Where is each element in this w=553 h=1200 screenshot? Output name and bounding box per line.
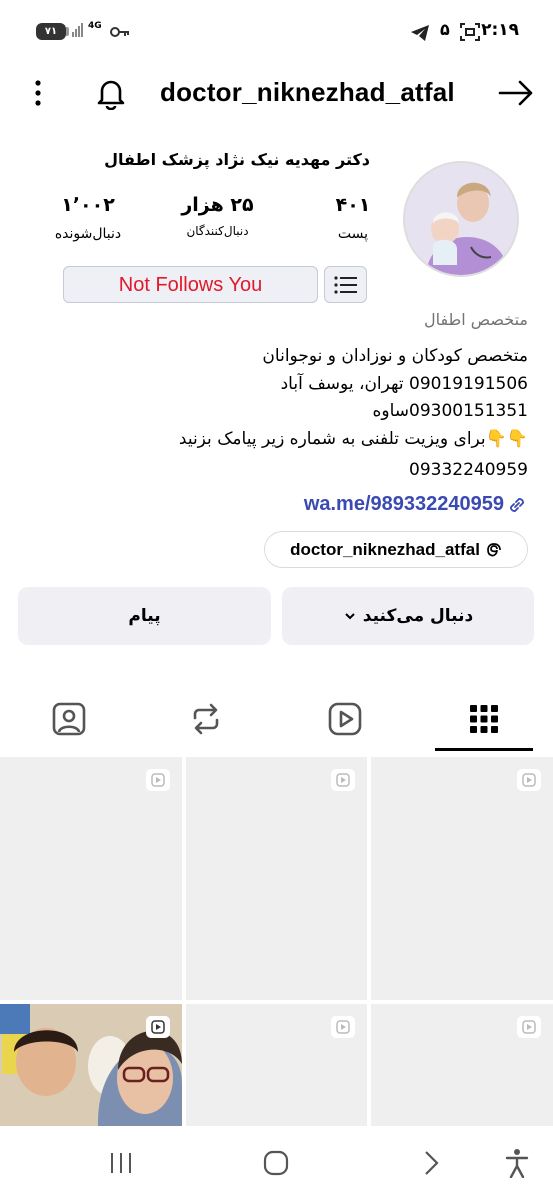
grid-item[interactable] [186, 1004, 367, 1126]
category-label: متخصص اطفال [423, 310, 528, 329]
profile-tabs [0, 685, 553, 755]
threads-icon [487, 542, 501, 556]
more-vertical-icon[interactable] [18, 74, 58, 112]
grid-item[interactable] [0, 757, 182, 1000]
list-menu-button[interactable] [324, 266, 367, 303]
message-button-label: پیام [128, 606, 161, 626]
followers-count: ۲۵ هزار [181, 194, 254, 216]
bio-line-2: 09019191506 تهران، یوسف آباد [280, 374, 528, 394]
posts-label: پست [337, 226, 369, 242]
tab-grid[interactable] [435, 685, 533, 753]
reel-icon [331, 1016, 355, 1038]
avatar[interactable] [403, 161, 519, 277]
username-title: doctor_niknezhad_atfal [160, 77, 455, 107]
grid-item[interactable] [186, 757, 367, 1000]
home-icon[interactable] [256, 1146, 296, 1180]
reel-icon [146, 769, 170, 791]
battery-icon: ۷۱ [36, 23, 66, 40]
stat-following[interactable]: ۱٬۰۰۲ دنبال‌شونده [38, 194, 138, 242]
bio-link-text: wa.me/989332240959 [303, 493, 504, 515]
grid-item[interactable] [371, 1004, 553, 1126]
bell-icon[interactable] [91, 74, 131, 112]
threads-profile-pill[interactable]: doctor_niknezhad_atfal [264, 531, 528, 568]
grid-item-photo[interactable] [0, 1004, 182, 1126]
tagged-icon [52, 702, 86, 736]
following-count: ۱٬۰۰۲ [61, 194, 115, 216]
reposts-icon [193, 703, 219, 735]
bio-line-4: 👇👇برای ویزیت تلفنی به شماره زیر پیامک بز… [178, 429, 528, 449]
followers-label: دنبال‌کنندگان [186, 224, 249, 238]
tab-reposts[interactable] [157, 685, 255, 753]
battery-tip [66, 27, 69, 36]
clock: ۲:۱۹ [481, 20, 519, 40]
telegram-icon [410, 24, 430, 46]
back-arrow-icon[interactable] [496, 74, 536, 112]
bio-line-3: 09300151351ساوه [372, 401, 528, 421]
back-icon[interactable] [411, 1146, 451, 1180]
chevron-down-icon [345, 613, 355, 620]
notification-count: ۵ [440, 20, 450, 39]
stat-followers[interactable]: ۲۵ هزار دنبال‌کنندگان [160, 194, 275, 238]
bio-line-5: 09332240959 [409, 460, 528, 480]
not-follows-badge: Not Follows You [63, 266, 318, 303]
accessibility-icon[interactable] [497, 1146, 537, 1180]
bio-line-1: متخصص کودکان و نوزادان و نوجوانان [262, 346, 528, 366]
following-label: دنبال‌شونده [54, 226, 122, 242]
tab-reels[interactable] [296, 685, 394, 753]
system-nav-bar [0, 1126, 553, 1200]
reel-icon [517, 769, 541, 791]
reel-icon [517, 1016, 541, 1038]
profile-header: doctor_niknezhad_atfal [0, 62, 553, 124]
recent-apps-icon[interactable] [101, 1146, 141, 1180]
following-button-label: دنبال می‌کنید [362, 606, 474, 626]
network-type: 4G [88, 21, 102, 31]
link-icon [510, 497, 524, 512]
reels-icon [328, 702, 362, 736]
bio-link[interactable]: wa.me/989332240959 [304, 493, 528, 516]
status-bar: ۷۱ 4G ۵ ۲:۱۹ [0, 0, 553, 62]
threads-handle: doctor_niknezhad_atfal [290, 539, 480, 559]
reel-icon [331, 769, 355, 791]
list-icon [333, 275, 357, 294]
screenshot-icon [460, 23, 480, 45]
grid-item[interactable] [371, 757, 553, 1000]
stat-posts[interactable]: ۴۰۱ پست [323, 194, 383, 242]
message-button[interactable]: پیام [18, 587, 271, 645]
grid-icon [470, 705, 498, 733]
reel-icon [146, 1016, 170, 1038]
signal-icon [72, 23, 83, 37]
following-button[interactable]: دنبال می‌کنید [282, 587, 534, 645]
full-name: دکتر مهدیه نیک نژاد پزشک اطفال [104, 150, 370, 169]
tab-indicator [435, 748, 533, 751]
tab-tagged[interactable] [20, 685, 118, 753]
key-icon [110, 24, 130, 43]
posts-count: ۴۰۱ [335, 194, 371, 216]
